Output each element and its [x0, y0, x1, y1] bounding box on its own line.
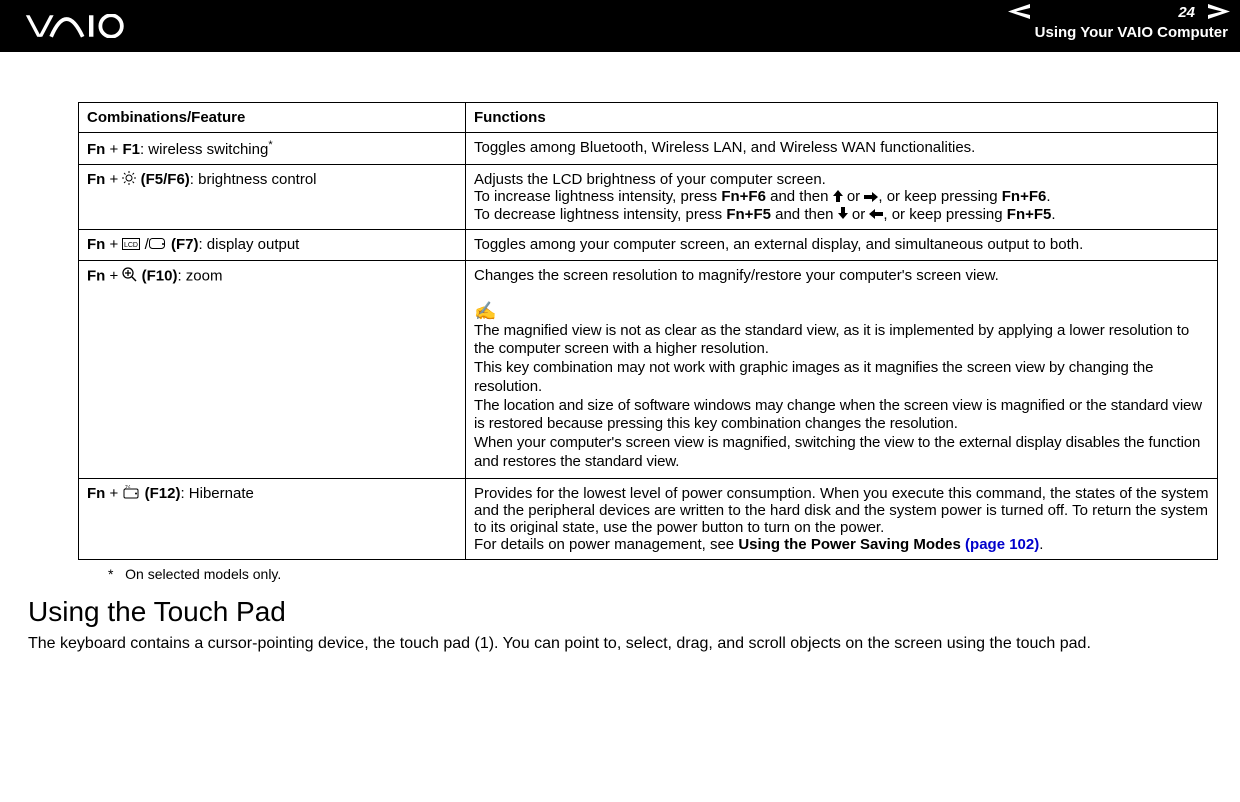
text: This key combination may not work with g…	[474, 359, 1153, 395]
text: Fn	[87, 171, 105, 188]
table-row: Fn + LCD / (F7): display output Toggles …	[79, 230, 1218, 261]
handwriting-note-icon: ✍	[474, 301, 496, 321]
text: +	[105, 236, 122, 253]
table-row: Fn + (F10): zoom Changes the screen reso…	[79, 260, 1218, 478]
text: : Hibernate	[180, 485, 253, 502]
text: , or keep pressing	[883, 206, 1006, 223]
text: To increase lightness intensity, press	[474, 188, 721, 205]
header-section-title: Using Your VAIO Computer	[1035, 24, 1228, 41]
text: Fn+F5	[726, 206, 771, 223]
text: : brightness control	[190, 171, 317, 188]
text: , or keep pressing	[878, 188, 1001, 205]
text: (F5/F6)	[141, 171, 190, 188]
arrow-up-icon	[833, 189, 843, 206]
asterisk: *	[268, 139, 272, 151]
section-heading: Using the Touch Pad	[28, 596, 1210, 628]
svg-text:LCD: LCD	[124, 242, 138, 249]
text: For details on power management, see	[474, 536, 738, 553]
body-paragraph: The keyboard contains a cursor-pointing …	[28, 634, 1210, 655]
fn-keys-table: Combinations/Feature Functions Fn + F1: …	[78, 102, 1218, 560]
zoom-icon	[122, 267, 137, 286]
text: Fn	[87, 485, 105, 502]
hibernate-icon: zz	[122, 485, 140, 503]
lcd-icon: LCD	[122, 237, 140, 254]
text: (F7)	[171, 236, 199, 253]
combo-cell: Fn + LCD / (F7): display output	[79, 230, 466, 261]
text: When your computer's screen view is magn…	[474, 434, 1200, 470]
text: Adjusts the LCD brightness of your compu…	[474, 171, 826, 188]
arrow-left-icon	[869, 206, 883, 223]
table-row: Fn + F1: wireless switching* Toggles amo…	[79, 133, 1218, 165]
text: Provides for the lowest level of power c…	[474, 485, 1209, 536]
text: +	[105, 267, 122, 284]
combo-cell: Fn + (F10): zoom	[79, 260, 466, 478]
text: Using the Power Saving Modes	[738, 536, 965, 553]
combo-cell: Fn + zz (F12): Hibernate	[79, 478, 466, 559]
table-header-row: Combinations/Feature Functions	[79, 103, 1218, 133]
page-header: 24 Using Your VAIO Computer	[0, 0, 1240, 52]
table-row: Fn + (F5/F6): brightness control Adjusts…	[79, 165, 1218, 230]
text: To decrease lightness intensity, press	[474, 206, 726, 223]
page-link[interactable]: (page 102)	[965, 536, 1039, 553]
table-row: Fn + zz (F12): Hibernate Provides for th…	[79, 478, 1218, 559]
text: +	[105, 485, 122, 502]
text: Fn+F5	[1007, 206, 1052, 223]
footnote-text: On selected models only.	[125, 566, 281, 582]
page-number: 24	[1178, 4, 1195, 21]
text: : display output	[198, 236, 299, 253]
combo-cell: Fn + F1: wireless switching*	[79, 133, 466, 165]
footnote: * On selected models only.	[108, 566, 1210, 582]
text: Changes the screen resolution to magnify…	[474, 267, 999, 284]
text: Fn+F6	[721, 188, 766, 205]
text: : wireless switching	[140, 141, 268, 158]
text: or	[848, 206, 870, 223]
footnote-mark: *	[108, 566, 113, 582]
text: Fn	[87, 236, 105, 253]
nav-prev-icon[interactable]	[1008, 4, 1030, 24]
text: +	[105, 141, 122, 158]
text: : zoom	[177, 267, 222, 284]
brightness-icon	[122, 171, 136, 189]
func-cell: Toggles among Bluetooth, Wireless LAN, a…	[466, 133, 1218, 165]
text: and then	[766, 188, 833, 205]
combo-cell: Fn + (F5/F6): brightness control	[79, 165, 466, 230]
table-header-combinations: Combinations/Feature	[79, 103, 466, 133]
func-cell: Provides for the lowest level of power c…	[466, 478, 1218, 559]
text: F1	[122, 141, 140, 158]
arrow-right-icon	[864, 189, 878, 206]
arrow-down-icon	[838, 206, 848, 223]
page-content: Combinations/Feature Functions Fn + F1: …	[0, 52, 1240, 674]
text: (F12)	[145, 485, 181, 502]
external-display-icon	[149, 237, 167, 254]
func-cell: Adjusts the LCD brightness of your compu…	[466, 165, 1218, 230]
table-header-functions: Functions	[466, 103, 1218, 133]
text: .	[1051, 206, 1055, 223]
text: +	[105, 171, 122, 188]
text: or	[843, 188, 865, 205]
func-cell: Changes the screen resolution to magnify…	[466, 260, 1218, 478]
text: and then	[771, 206, 838, 223]
text: .	[1046, 188, 1050, 205]
text: Fn	[87, 141, 105, 158]
text: The magnified view is not as clear as th…	[474, 322, 1189, 358]
text: The location and size of software window…	[474, 397, 1202, 433]
vaio-logo	[24, 14, 154, 38]
func-cell: Toggles among your computer screen, an e…	[466, 230, 1218, 261]
text: Fn+F6	[1002, 188, 1047, 205]
text: .	[1039, 536, 1043, 553]
text: (F10)	[142, 267, 178, 284]
nav-next-icon[interactable]	[1208, 4, 1230, 24]
text: Fn	[87, 267, 105, 284]
